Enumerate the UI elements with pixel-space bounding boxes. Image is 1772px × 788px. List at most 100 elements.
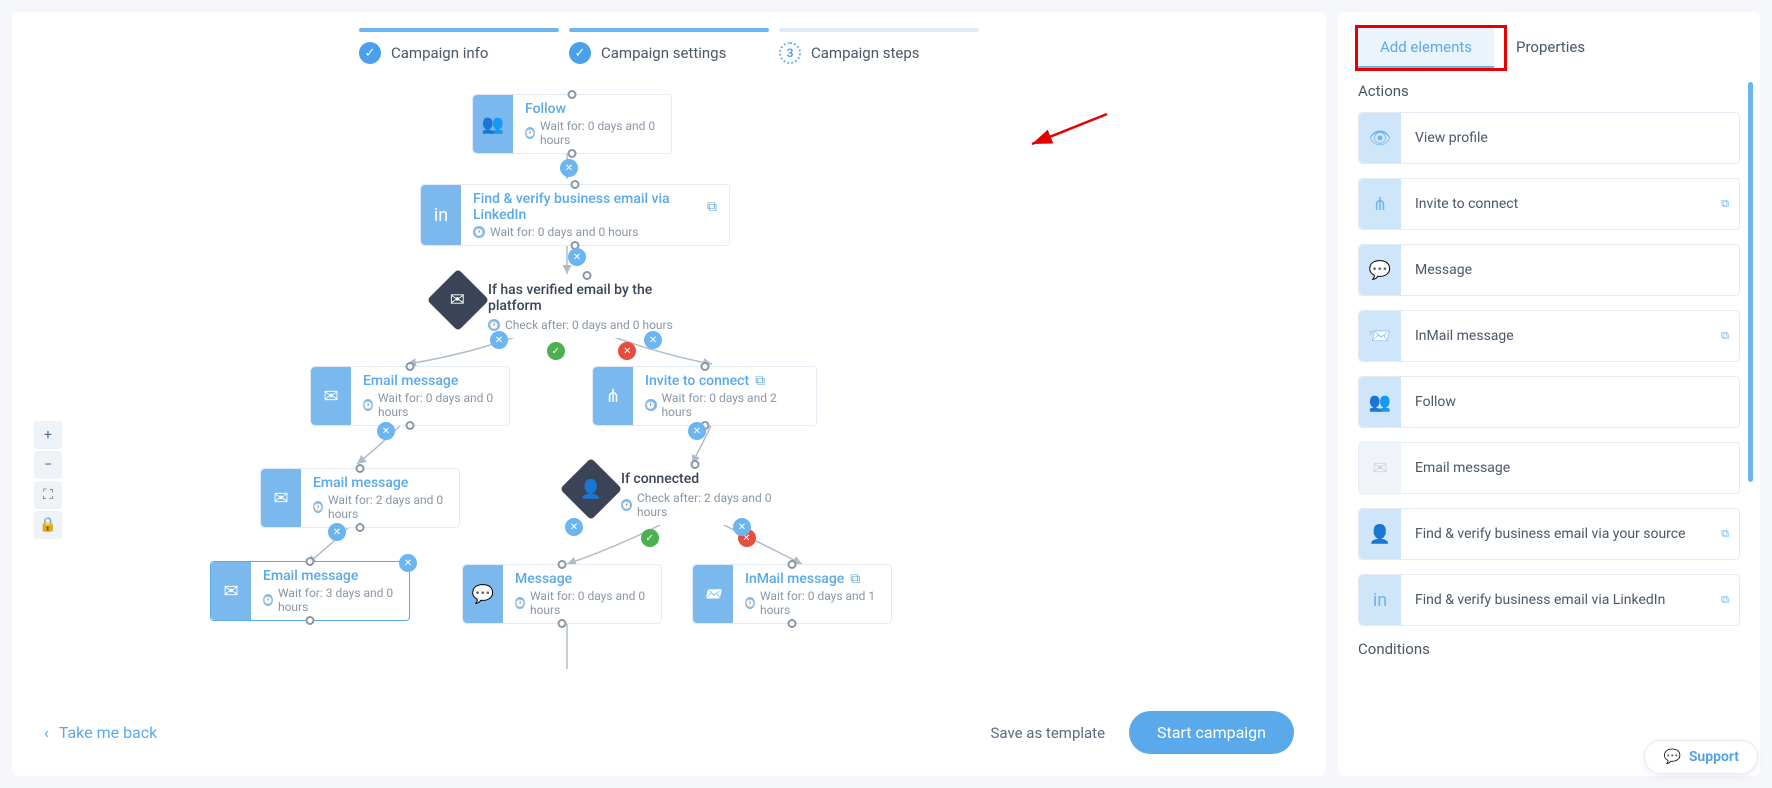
envelope-icon: ✉: [311, 367, 351, 425]
sidebar: Add elements Properties Actions 👁 View p…: [1338, 12, 1760, 776]
linkedin-icon: in: [1359, 575, 1401, 625]
port-out[interactable]: [558, 619, 567, 628]
eye-icon: 👁: [1359, 113, 1401, 163]
yes-badge: ✓: [641, 529, 659, 547]
zoom-controls: + − ⛶ 🔒: [34, 421, 62, 539]
section-title-conditions: Conditions: [1358, 640, 1740, 658]
port-in[interactable]: [690, 460, 699, 469]
start-campaign-button[interactable]: Start campaign: [1129, 711, 1294, 754]
delete-connection-button[interactable]: ✕: [644, 331, 662, 349]
no-badge: ✕: [618, 342, 636, 360]
flowchart-canvas[interactable]: 👥 Follow 🕐Wait for: 0 days and 0 hours ✕…: [12, 64, 1326, 689]
fullscreen-button[interactable]: ⛶: [34, 481, 62, 509]
node-inmail-message[interactable]: 📨 InMail message⧉ 🕐Wait for: 0 days and …: [692, 564, 892, 624]
node-message[interactable]: 💬 Message 🕐Wait for: 0 days and 0 hours: [462, 564, 662, 624]
action-find-verify-linkedin[interactable]: in Find & verify business email via Link…: [1358, 574, 1740, 626]
chevron-left-icon: ‹: [44, 723, 49, 742]
inbox-icon: 📨: [693, 565, 733, 623]
action-inmail-message[interactable]: 📨 InMail message ⧉: [1358, 310, 1740, 362]
port-in[interactable]: [568, 90, 577, 99]
check-icon: ✓: [569, 42, 591, 64]
port-out[interactable]: [788, 619, 797, 628]
action-find-verify-source[interactable]: 👤 Find & verify business email via your …: [1358, 508, 1740, 560]
tab-properties[interactable]: Properties: [1494, 28, 1607, 68]
follow-icon: 👥: [473, 95, 513, 153]
action-view-profile[interactable]: 👁 View profile: [1358, 112, 1740, 164]
chat-bubble-icon: 💬: [1663, 749, 1680, 765]
clock-icon: 🕐: [488, 319, 500, 331]
delete-connection-button[interactable]: ✕: [377, 422, 395, 440]
port-in[interactable]: [406, 362, 415, 371]
clock-icon: 🕐: [313, 501, 323, 513]
step-number-badge: 3: [779, 42, 801, 64]
step-label-2: Campaign settings: [601, 44, 726, 62]
delete-connection-button[interactable]: ✕: [733, 518, 751, 536]
support-button[interactable]: 💬 Support: [1644, 740, 1758, 774]
section-title-actions: Actions: [1358, 82, 1740, 100]
delete-connection-button[interactable]: ✕: [328, 523, 346, 541]
port-in[interactable]: [571, 180, 580, 189]
clock-icon: 🕐: [525, 127, 535, 139]
linkedin-icon: in: [421, 185, 461, 245]
take-me-back-link[interactable]: ‹ Take me back: [44, 723, 157, 742]
external-link-icon: ⧉: [1721, 527, 1739, 541]
step-label-3: Campaign steps: [811, 44, 920, 62]
port-out[interactable]: [356, 523, 365, 532]
node-condition-if-connected[interactable]: 👤 If connected 🕐Check after: 2 days and …: [587, 465, 802, 525]
port-out[interactable]: [406, 421, 415, 430]
footer: ‹ Take me back Save as template Start ca…: [12, 689, 1326, 776]
delete-node-button[interactable]: ✕: [399, 554, 417, 572]
delete-connection-button[interactable]: ✕: [560, 159, 578, 177]
clock-icon: 🕐: [263, 594, 273, 606]
clock-icon: 🕐: [621, 499, 632, 511]
save-as-template-link[interactable]: Save as template: [991, 724, 1106, 742]
port-in[interactable]: [306, 557, 315, 566]
zoom-out-button[interactable]: −: [34, 451, 62, 479]
delete-connection-button[interactable]: ✕: [568, 248, 586, 266]
external-link-icon: ⧉: [1721, 329, 1739, 343]
envelope-icon: ✉: [261, 469, 301, 527]
action-message[interactable]: 💬 Message: [1358, 244, 1740, 296]
port-in[interactable]: [700, 362, 709, 371]
delete-connection-button[interactable]: ✕: [490, 331, 508, 349]
port-out[interactable]: [306, 616, 315, 625]
external-link-icon: ⧉: [707, 199, 717, 215]
node-invite-to-connect[interactable]: ⋔ Invite to connect⧉ 🕐Wait for: 0 days a…: [592, 366, 817, 426]
yes-badge: ✓: [547, 342, 565, 360]
chat-icon: 💬: [463, 565, 503, 623]
node-email-message-1[interactable]: ✉ Email message 🕐Wait for: 0 days and 0 …: [310, 366, 510, 426]
node-condition-verified-email[interactable]: ✉ If has verified email by the platform …: [454, 276, 719, 338]
clock-icon: 🕐: [515, 597, 525, 609]
step-label-1: Campaign info: [391, 44, 488, 62]
node-find-verify-linkedin[interactable]: in Find & verify business email via Link…: [420, 184, 730, 246]
port-in[interactable]: [788, 560, 797, 569]
clock-icon: 🕐: [363, 399, 373, 411]
scrollbar[interactable]: [1748, 82, 1753, 482]
clock-icon: 🕐: [745, 597, 755, 609]
port-in[interactable]: [558, 560, 567, 569]
action-follow[interactable]: 👥 Follow: [1358, 376, 1740, 428]
delete-connection-button[interactable]: ✕: [565, 518, 583, 536]
share-icon: ⋔: [1359, 179, 1401, 229]
node-follow[interactable]: 👥 Follow 🕐Wait for: 0 days and 0 hours: [472, 94, 672, 154]
check-icon: ✓: [359, 42, 381, 64]
zoom-in-button[interactable]: +: [34, 421, 62, 449]
sidebar-tabs: Add elements Properties: [1358, 28, 1740, 68]
tab-add-elements[interactable]: Add elements: [1358, 28, 1494, 68]
node-email-message-3[interactable]: ✕ ✉ Email message 🕐Wait for: 3 days and …: [210, 561, 410, 621]
port-out[interactable]: [568, 149, 577, 158]
clock-icon: 🕐: [473, 226, 485, 238]
chat-icon: 💬: [1359, 245, 1401, 295]
follow-icon: 👥: [1359, 377, 1401, 427]
action-email-message-disabled: ✉ Email message: [1358, 442, 1740, 494]
port-in[interactable]: [356, 464, 365, 473]
clock-icon: 🕐: [645, 399, 657, 411]
lock-button[interactable]: 🔒: [34, 511, 62, 539]
person-search-icon: 👤: [1359, 509, 1401, 559]
node-email-message-2[interactable]: ✉ Email message 🕐Wait for: 2 days and 0 …: [260, 468, 460, 528]
inbox-icon: 📨: [1359, 311, 1401, 361]
action-invite-to-connect[interactable]: ⋔ Invite to connect ⧉: [1358, 178, 1740, 230]
port-in[interactable]: [582, 271, 591, 280]
share-icon: ⋔: [593, 367, 633, 425]
delete-connection-button[interactable]: ✕: [688, 422, 706, 440]
